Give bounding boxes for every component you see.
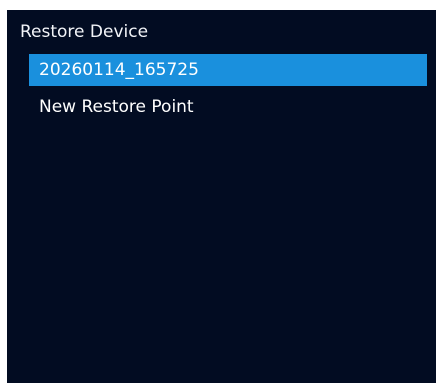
restore-point-item-20260114-165725[interactable]: 20260114_165725 [29, 54, 427, 86]
restore-point-list: 20260114_165725 New Restore Point [29, 54, 427, 128]
new-restore-point-item[interactable]: New Restore Point [29, 91, 427, 123]
page-title: Restore Device [20, 22, 149, 42]
restore-device-screen: Restore Device 20260114_165725 New Resto… [7, 10, 436, 383]
